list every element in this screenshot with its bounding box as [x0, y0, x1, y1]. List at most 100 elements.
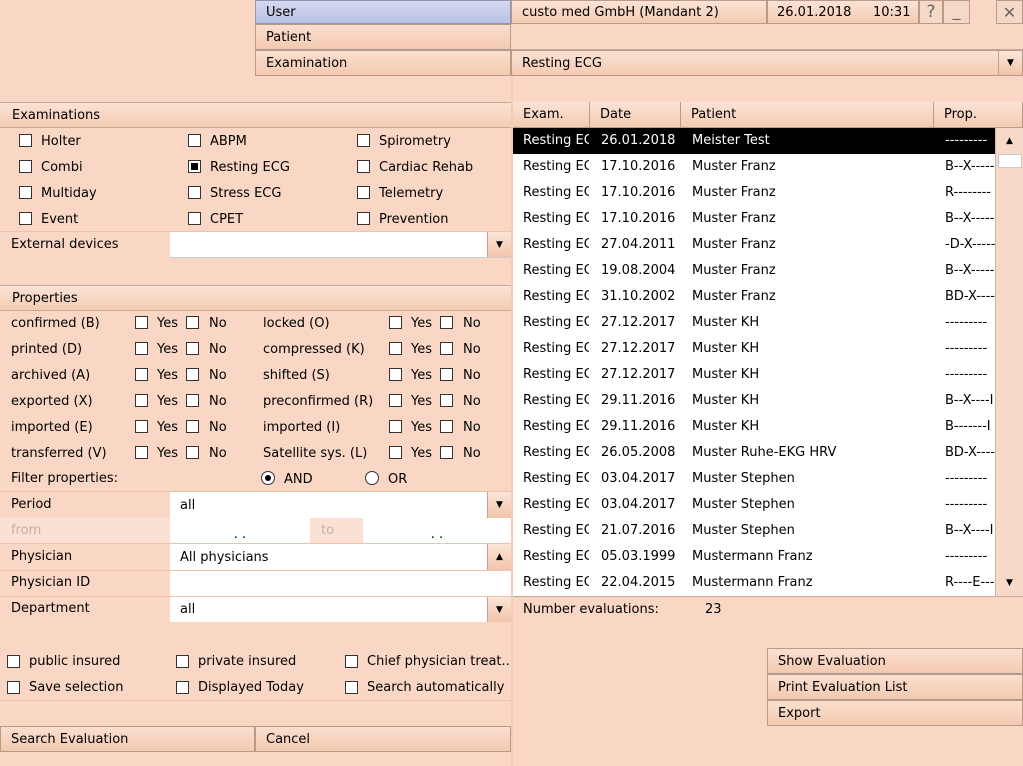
checkbox-private-insured[interactable] — [176, 655, 189, 668]
examination-label: Examination — [255, 50, 511, 76]
table-scrollbar[interactable]: ▲ ▼ — [995, 128, 1023, 596]
chevron-down-icon[interactable]: ▼ — [487, 492, 511, 518]
property-yes-checkbox[interactable] — [135, 368, 148, 381]
patient-field[interactable] — [511, 24, 1023, 50]
checkbox-multiday[interactable] — [19, 186, 32, 199]
table-row[interactable]: Resting ECG 31.10.2002 Muster Franz BD-X---… — [513, 284, 995, 310]
period-select[interactable]: all ▼ — [170, 492, 511, 518]
search-evaluation-button[interactable]: Search Evaluation — [0, 726, 255, 752]
chevron-down-icon[interactable]: ▼ — [998, 51, 1022, 75]
table-row[interactable]: Resting ECG 22.04.2015 Mustermann Franz R--… — [513, 570, 995, 596]
table-row[interactable]: Resting ECG 29.11.2016 Muster KH B--X----I — [513, 388, 995, 414]
property-no-checkbox[interactable] — [186, 420, 199, 433]
checkbox-telemetry[interactable] — [357, 186, 370, 199]
column-header-prop[interactable]: Prop. — [934, 102, 1023, 128]
property-yes-checkbox[interactable] — [135, 394, 148, 407]
table-row[interactable]: Resting ECG 17.10.2016 Muster Franz B--X---… — [513, 206, 995, 232]
table-row[interactable]: Resting ECG 27.12.2017 Muster KH --------- — [513, 362, 995, 388]
table-row[interactable]: Resting ECG 05.03.1999 Mustermann Franz ---… — [513, 544, 995, 570]
physician-select[interactable]: All physicians ▲ — [170, 544, 511, 570]
property-yes-checkbox[interactable] — [135, 446, 148, 459]
help-button[interactable]: ? — [919, 0, 943, 24]
chevron-down-icon[interactable]: ▼ — [487, 232, 511, 257]
evaluation-count-row: Number evaluations: 23 — [513, 596, 1023, 622]
table-row[interactable]: Resting ECG 03.04.2017 Muster Stephen -----… — [513, 466, 995, 492]
table-row[interactable]: Resting ECG 17.10.2016 Muster Franz R------… — [513, 180, 995, 206]
checkbox-save-selection[interactable] — [7, 681, 20, 694]
property-no-checkbox[interactable] — [440, 420, 453, 433]
column-header-patient[interactable]: Patient — [681, 102, 934, 128]
property-no-checkbox[interactable] — [186, 316, 199, 329]
physician-id-input[interactable] — [170, 571, 511, 596]
property-no-checkbox[interactable] — [440, 446, 453, 459]
property-no-checkbox[interactable] — [186, 368, 199, 381]
to-date-input[interactable]: . . — [363, 518, 511, 544]
external-devices-select[interactable]: ▼ — [170, 232, 511, 258]
checkbox-displayed-today[interactable] — [176, 681, 189, 694]
property-yes-checkbox[interactable] — [135, 420, 148, 433]
property-no-checkbox[interactable] — [186, 446, 199, 459]
minimize-button[interactable]: _ — [943, 0, 970, 24]
checkbox-spirometry[interactable] — [357, 134, 370, 147]
table-row[interactable]: Resting ECG 26.01.2018 Meister Test -------… — [513, 128, 995, 154]
from-date-input[interactable]: . . — [170, 518, 310, 544]
property-no-checkbox[interactable] — [186, 394, 199, 407]
property-yes-checkbox[interactable] — [389, 420, 402, 433]
column-header-exam[interactable]: Exam. — [513, 102, 590, 128]
department-select[interactable]: all ▼ — [170, 597, 511, 622]
table-row[interactable]: Resting ECG 27.04.2011 Muster Franz -D-X---… — [513, 232, 995, 258]
table-row[interactable]: Resting ECG 29.11.2016 Muster KH B-------I — [513, 414, 995, 440]
print-evaluation-list-button[interactable]: Print Evaluation List — [767, 674, 1023, 700]
chevron-up-icon[interactable]: ▲ — [487, 544, 511, 570]
export-button[interactable]: Export — [767, 700, 1023, 726]
cancel-button[interactable]: Cancel — [255, 726, 511, 752]
table-row[interactable]: Resting ECG 26.05.2008 Muster Ruhe-EKG HRV… — [513, 440, 995, 466]
table-row[interactable]: Resting ECG 03.04.2017 Muster Stephen -----… — [513, 492, 995, 518]
checkbox-chief-physician[interactable] — [345, 655, 358, 668]
property-no-checkbox[interactable] — [440, 394, 453, 407]
property-no-checkbox[interactable] — [186, 342, 199, 355]
property-yes-checkbox[interactable] — [135, 316, 148, 329]
chevron-down-icon[interactable]: ▼ — [487, 597, 511, 622]
property-no-checkbox[interactable] — [440, 342, 453, 355]
checkbox-event[interactable] — [19, 212, 32, 225]
user-label: User — [255, 0, 511, 24]
scroll-up-icon[interactable]: ▲ — [996, 128, 1023, 154]
checkbox-holter[interactable] — [19, 134, 32, 147]
property-no-label: No — [463, 446, 481, 461]
property-no-checkbox[interactable] — [440, 316, 453, 329]
show-evaluation-button[interactable]: Show Evaluation — [767, 648, 1023, 674]
table-row[interactable]: Resting ECG 17.10.2016 Muster Franz B--X---… — [513, 154, 995, 180]
checkbox-abpm[interactable] — [188, 134, 201, 147]
scroll-down-icon[interactable]: ▼ — [996, 570, 1023, 596]
checkbox-resting-ecg[interactable] — [188, 160, 201, 173]
examination-select[interactable]: Resting ECG ▼ — [511, 50, 1023, 76]
table-row[interactable]: Resting ECG 27.12.2017 Muster KH --------- — [513, 310, 995, 336]
checkbox-cpet[interactable] — [188, 212, 201, 225]
property-yes-checkbox[interactable] — [389, 394, 402, 407]
property-yes-checkbox[interactable] — [389, 342, 402, 355]
property-yes-label: Yes — [157, 394, 178, 409]
radio-or[interactable] — [365, 471, 379, 485]
checkbox-prevention[interactable] — [357, 212, 370, 225]
table-row[interactable]: Resting ECG 21.07.2016 Muster Stephen B--X-… — [513, 518, 995, 544]
table-row[interactable]: Resting ECG 19.08.2004 Muster Franz B--X---… — [513, 258, 995, 284]
property-yes-checkbox[interactable] — [135, 342, 148, 355]
cell-date: 27.04.2011 — [601, 237, 676, 252]
close-button[interactable]: ✕ — [996, 0, 1023, 24]
property-yes-checkbox[interactable] — [389, 446, 402, 459]
property-no-checkbox[interactable] — [440, 368, 453, 381]
scrollbar-thumb[interactable] — [998, 154, 1022, 168]
property-yes-label: Yes — [411, 446, 432, 461]
property-yes-checkbox[interactable] — [389, 316, 402, 329]
property-no-label: No — [209, 446, 227, 461]
checkbox-public-insured[interactable] — [7, 655, 20, 668]
table-row[interactable]: Resting ECG 27.12.2017 Muster KH --------- — [513, 336, 995, 362]
radio-and[interactable] — [261, 471, 275, 485]
column-header-date[interactable]: Date — [590, 102, 681, 128]
checkbox-combi[interactable] — [19, 160, 32, 173]
checkbox-stress-ecg[interactable] — [188, 186, 201, 199]
property-yes-checkbox[interactable] — [389, 368, 402, 381]
checkbox-search-automatically[interactable] — [345, 681, 358, 694]
checkbox-cardiac-rehab[interactable] — [357, 160, 370, 173]
